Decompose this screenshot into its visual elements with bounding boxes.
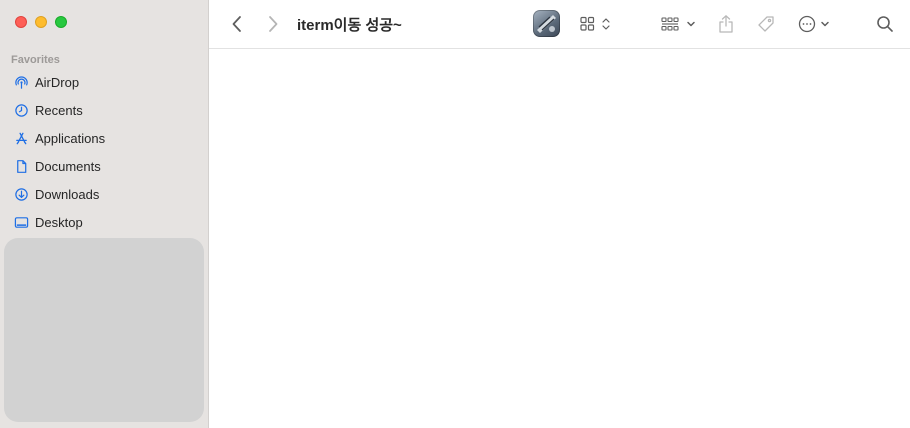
clock-icon	[13, 102, 29, 118]
applications-icon	[13, 130, 29, 146]
back-icon	[232, 16, 241, 32]
zoom-button[interactable]	[55, 16, 67, 28]
search-icon	[877, 16, 893, 32]
sidebar-item-applications[interactable]: Applications	[0, 124, 208, 152]
back-button[interactable]	[227, 0, 247, 48]
airdrop-icon	[13, 74, 29, 90]
sidebar-item-label: Documents	[35, 158, 101, 174]
sidebar-item-documents[interactable]: Documents	[0, 152, 208, 180]
sidebar-item-downloads[interactable]: Downloads	[0, 180, 208, 208]
close-button[interactable]	[15, 16, 27, 28]
share-button[interactable]	[715, 0, 737, 48]
minimize-button[interactable]	[35, 16, 47, 28]
group-button[interactable]	[659, 0, 699, 48]
document-icon	[13, 158, 29, 174]
sidebar-placeholder-panel	[4, 238, 204, 422]
sidebar-item-desktop[interactable]: Desktop	[0, 208, 208, 236]
tag-icon	[758, 16, 774, 32]
group-icon	[661, 17, 695, 31]
desktop-icon	[13, 214, 29, 230]
window-title: iterm이동 성공~	[297, 17, 402, 34]
sidebar-item-label: Desktop	[35, 214, 83, 230]
favorites-list: AirDrop Recents Applications Documents D…	[0, 68, 208, 236]
app-icon[interactable]	[533, 10, 560, 37]
search-button[interactable]	[875, 0, 895, 48]
window-controls	[15, 16, 67, 28]
tag-button[interactable]	[754, 0, 778, 48]
more-icon	[798, 15, 829, 33]
finder-window: Favorites AirDrop Recents Applications D…	[0, 0, 910, 428]
main-area: iterm이동 성공~	[209, 0, 910, 428]
download-icon	[13, 186, 29, 202]
more-actions-button[interactable]	[797, 0, 835, 48]
share-icon	[719, 15, 733, 33]
sidebar-item-recents[interactable]: Recents	[0, 96, 208, 124]
sidebar-item-label: AirDrop	[35, 74, 80, 90]
sidebar-item-label: Applications	[35, 130, 106, 146]
forward-button[interactable]	[263, 0, 283, 48]
sidebar-section-title: Favorites	[11, 54, 60, 66]
sidebar: Favorites AirDrop Recents Applications D…	[0, 0, 209, 428]
toolbar: iterm이동 성공~	[209, 0, 910, 49]
sidebar-item-airdrop[interactable]: AirDrop	[0, 68, 208, 96]
grid-view-icon	[580, 16, 610, 31]
file-list-area[interactable]	[209, 49, 910, 428]
view-mode-button[interactable]	[577, 0, 617, 48]
sidebar-item-label: Recents	[35, 102, 83, 118]
sidebar-item-label: Downloads	[35, 186, 100, 202]
forward-icon	[269, 16, 278, 32]
